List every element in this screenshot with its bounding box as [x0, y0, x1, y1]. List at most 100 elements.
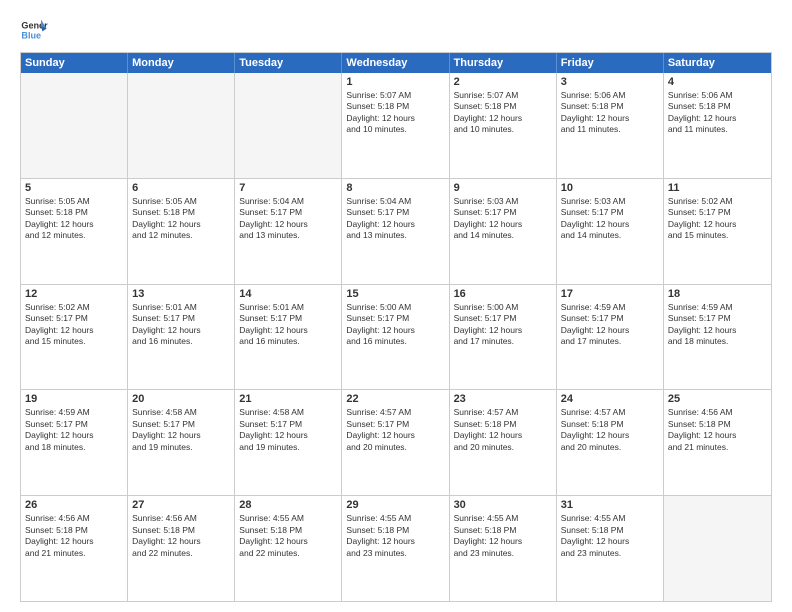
cell-info: Sunrise: 4:59 AM Sunset: 5:17 PM Dayligh…: [668, 302, 767, 348]
day-number: 13: [132, 288, 230, 300]
cal-cell: 24Sunrise: 4:57 AM Sunset: 5:18 PM Dayli…: [557, 390, 664, 495]
calendar: SundayMondayTuesdayWednesdayThursdayFrid…: [20, 52, 772, 602]
day-number: 23: [454, 393, 552, 405]
cal-cell: 22 Sunrise: 4:57 AM Sunset: 5:17 PM Dayli…: [342, 390, 449, 495]
header-day-saturday: Saturday: [664, 53, 771, 73]
cell-info: Sunrise: 5:03 AM Sunset: 5:17 PM Dayligh…: [454, 196, 552, 242]
day-number: 3: [561, 76, 659, 88]
cal-cell: 31 Sunrise: 4:55 AM Sunset: 5:18 PM Dayli…: [557, 496, 664, 601]
day-number: 19: [25, 393, 123, 405]
cell-info: Sunrise: 4:55 AM Sunset: 5:18 PM Dayligh…: [239, 513, 337, 559]
svg-text:Blue: Blue: [21, 30, 41, 40]
cell-info: Sunrise: 5:07 AM Sunset: 5:18 PM Dayligh…: [454, 90, 552, 136]
cal-cell: 27 Sunrise: 4:56 AM Sunset: 5:18 PM Dayli…: [128, 496, 235, 601]
week-row-5: 26 Sunrise: 4:56 AM Sunset: 5:18 PM Dayli…: [21, 496, 771, 601]
day-number: 4: [668, 76, 767, 88]
calendar-body: 1 Sunrise: 5:07 AM Sunset: 5:18 PM Daylig…: [21, 73, 771, 601]
header-day-thursday: Thursday: [450, 53, 557, 73]
cell-info: Sunrise: 4:57 AM Sunset: 5:18 PM Dayligh…: [454, 407, 552, 453]
cal-cell: [21, 73, 128, 178]
cal-cell: 11 Sunrise: 5:02 AM Sunset: 5:17 PM Dayli…: [664, 179, 771, 284]
cell-info: Sunrise: 5:07 AM Sunset: 5:18 PM Dayligh…: [346, 90, 444, 136]
cal-cell: 17 Sunrise: 4:59 AM Sunset: 5:17 PM Dayli…: [557, 285, 664, 390]
cell-info: Sunrise: 4:56 AM Sunset: 5:18 PM Dayligh…: [132, 513, 230, 559]
cell-info: Sunrise: 5:02 AM Sunset: 5:17 PM Dayligh…: [668, 196, 767, 242]
cell-info: Sunrise: 5:06 AM Sunset: 5:18 PM Dayligh…: [561, 90, 659, 136]
logo: General Blue: [20, 16, 48, 44]
cal-cell: 19 Sunrise: 4:59 AM Sunset: 5:17 PM Dayli…: [21, 390, 128, 495]
cal-cell: 25Sunrise: 4:56 AM Sunset: 5:18 PM Dayli…: [664, 390, 771, 495]
cell-info: Sunrise: 4:56 AM Sunset: 5:18 PM Dayligh…: [25, 513, 123, 559]
header-day-sunday: Sunday: [21, 53, 128, 73]
cell-info: Sunrise: 4:58 AM Sunset: 5:17 PM Dayligh…: [239, 407, 337, 453]
day-number: 15: [346, 288, 444, 300]
day-number: 5: [25, 182, 123, 194]
day-number: 28: [239, 499, 337, 511]
cal-cell: 12Sunrise: 5:02 AM Sunset: 5:17 PM Dayli…: [21, 285, 128, 390]
cal-cell: 1 Sunrise: 5:07 AM Sunset: 5:18 PM Daylig…: [342, 73, 449, 178]
day-number: 2: [454, 76, 552, 88]
page: General Blue SundayMondayTuesdayWednesda…: [0, 0, 792, 612]
cal-cell: 23 Sunrise: 4:57 AM Sunset: 5:18 PM Dayli…: [450, 390, 557, 495]
cell-info: Sunrise: 4:58 AM Sunset: 5:17 PM Dayligh…: [132, 407, 230, 453]
cell-info: Sunrise: 5:05 AM Sunset: 5:18 PM Dayligh…: [25, 196, 123, 242]
day-number: 12: [25, 288, 123, 300]
header: General Blue: [20, 16, 772, 44]
day-number: 22: [346, 393, 444, 405]
header-day-friday: Friday: [557, 53, 664, 73]
day-number: 10: [561, 182, 659, 194]
day-number: 11: [668, 182, 767, 194]
cal-cell: 2 Sunrise: 5:07 AM Sunset: 5:18 PM Daylig…: [450, 73, 557, 178]
header-day-monday: Monday: [128, 53, 235, 73]
cal-cell: 16 Sunrise: 5:00 AM Sunset: 5:17 PM Dayli…: [450, 285, 557, 390]
cal-cell: 14Sunrise: 5:01 AM Sunset: 5:17 PM Dayli…: [235, 285, 342, 390]
cal-cell: [664, 496, 771, 601]
cell-info: Sunrise: 4:55 AM Sunset: 5:18 PM Dayligh…: [346, 513, 444, 559]
cell-info: Sunrise: 4:59 AM Sunset: 5:17 PM Dayligh…: [561, 302, 659, 348]
cal-cell: 3 Sunrise: 5:06 AM Sunset: 5:18 PM Daylig…: [557, 73, 664, 178]
cal-cell: 8 Sunrise: 5:04 AM Sunset: 5:17 PM Daylig…: [342, 179, 449, 284]
cal-cell: [128, 73, 235, 178]
cal-cell: 18Sunrise: 4:59 AM Sunset: 5:17 PM Dayli…: [664, 285, 771, 390]
day-number: 16: [454, 288, 552, 300]
cell-info: Sunrise: 4:55 AM Sunset: 5:18 PM Dayligh…: [454, 513, 552, 559]
cell-info: Sunrise: 5:00 AM Sunset: 5:17 PM Dayligh…: [346, 302, 444, 348]
cell-info: Sunrise: 5:06 AM Sunset: 5:18 PM Dayligh…: [668, 90, 767, 136]
cal-cell: 29Sunrise: 4:55 AM Sunset: 5:18 PM Dayli…: [342, 496, 449, 601]
day-number: 31: [561, 499, 659, 511]
day-number: 7: [239, 182, 337, 194]
day-number: 30: [454, 499, 552, 511]
cal-cell: 13 Sunrise: 5:01 AM Sunset: 5:17 PM Dayli…: [128, 285, 235, 390]
day-number: 24: [561, 393, 659, 405]
day-number: 17: [561, 288, 659, 300]
cal-cell: 15 Sunrise: 5:00 AM Sunset: 5:17 PM Dayli…: [342, 285, 449, 390]
day-number: 26: [25, 499, 123, 511]
header-day-wednesday: Wednesday: [342, 53, 449, 73]
cell-info: Sunrise: 5:04 AM Sunset: 5:17 PM Dayligh…: [239, 196, 337, 242]
day-number: 25: [668, 393, 767, 405]
cal-cell: 21 Sunrise: 4:58 AM Sunset: 5:17 PM Dayli…: [235, 390, 342, 495]
week-row-1: 1 Sunrise: 5:07 AM Sunset: 5:18 PM Daylig…: [21, 73, 771, 179]
cell-info: Sunrise: 5:00 AM Sunset: 5:17 PM Dayligh…: [454, 302, 552, 348]
day-number: 1: [346, 76, 444, 88]
cell-info: Sunrise: 5:04 AM Sunset: 5:17 PM Dayligh…: [346, 196, 444, 242]
cal-cell: 26 Sunrise: 4:56 AM Sunset: 5:18 PM Dayli…: [21, 496, 128, 601]
cell-info: Sunrise: 4:59 AM Sunset: 5:17 PM Dayligh…: [25, 407, 123, 453]
day-number: 27: [132, 499, 230, 511]
logo-icon: General Blue: [20, 16, 48, 44]
cell-info: Sunrise: 5:01 AM Sunset: 5:17 PM Dayligh…: [132, 302, 230, 348]
cal-cell: [235, 73, 342, 178]
cal-cell: 28 Sunrise: 4:55 AM Sunset: 5:18 PM Dayli…: [235, 496, 342, 601]
day-number: 9: [454, 182, 552, 194]
cal-cell: 30 Sunrise: 4:55 AM Sunset: 5:18 PM Dayli…: [450, 496, 557, 601]
cal-cell: 6Sunrise: 5:05 AM Sunset: 5:18 PM Daylig…: [128, 179, 235, 284]
day-number: 14: [239, 288, 337, 300]
cell-info: Sunrise: 5:05 AM Sunset: 5:18 PM Dayligh…: [132, 196, 230, 242]
header-day-tuesday: Tuesday: [235, 53, 342, 73]
day-number: 21: [239, 393, 337, 405]
cal-cell: 10Sunrise: 5:03 AM Sunset: 5:17 PM Dayli…: [557, 179, 664, 284]
day-number: 8: [346, 182, 444, 194]
cell-info: Sunrise: 4:55 AM Sunset: 5:18 PM Dayligh…: [561, 513, 659, 559]
cell-info: Sunrise: 4:57 AM Sunset: 5:17 PM Dayligh…: [346, 407, 444, 453]
week-row-3: 12Sunrise: 5:02 AM Sunset: 5:17 PM Dayli…: [21, 285, 771, 391]
